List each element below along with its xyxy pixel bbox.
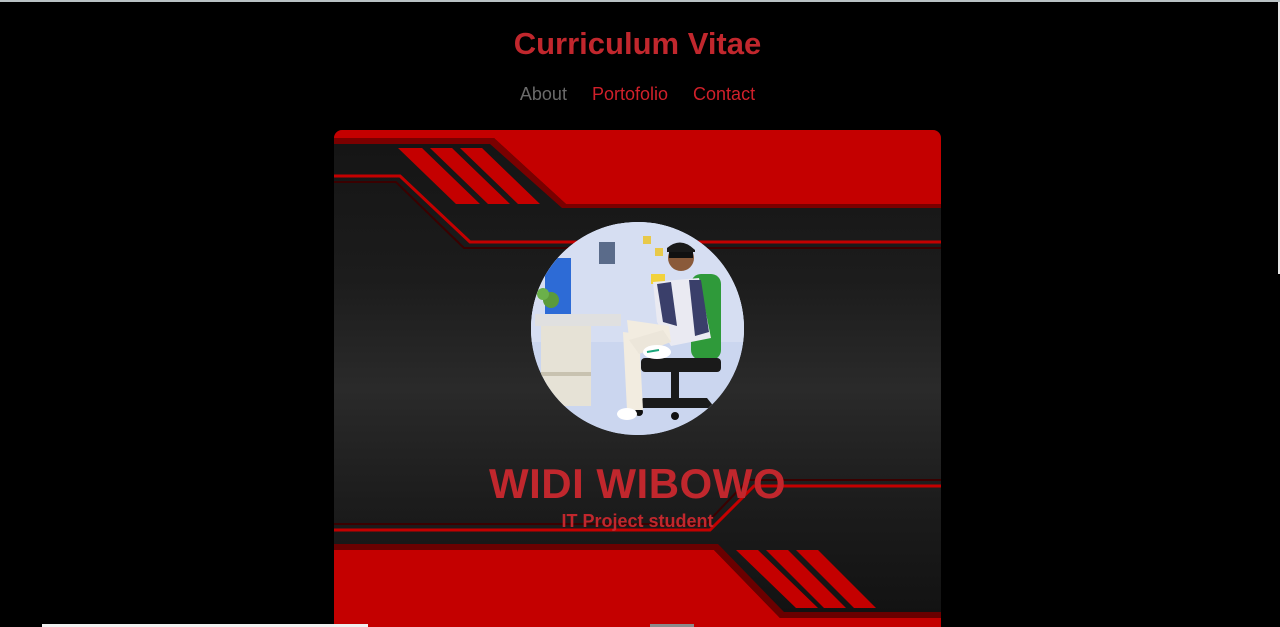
page: Curriculum Vitae About Portofolio Contac… [0,0,1280,627]
nav-link-portofolio[interactable]: Portofolio [592,84,668,105]
nav-link-about[interactable]: About [520,84,567,105]
profile-name: WIDI WIBOWO [488,460,787,507]
profile-role: IT Project student [561,511,714,531]
main-nav: About Portofolio Contact [0,84,1275,105]
profile-card: WIDI WIBOWO IT Project student [334,130,941,627]
profile-photo [531,222,744,435]
window-top-border [0,0,1280,2]
person-photo-illustration [531,222,744,435]
nav-link-contact[interactable]: Contact [693,84,755,105]
page-title: Curriculum Vitae [513,26,762,61]
